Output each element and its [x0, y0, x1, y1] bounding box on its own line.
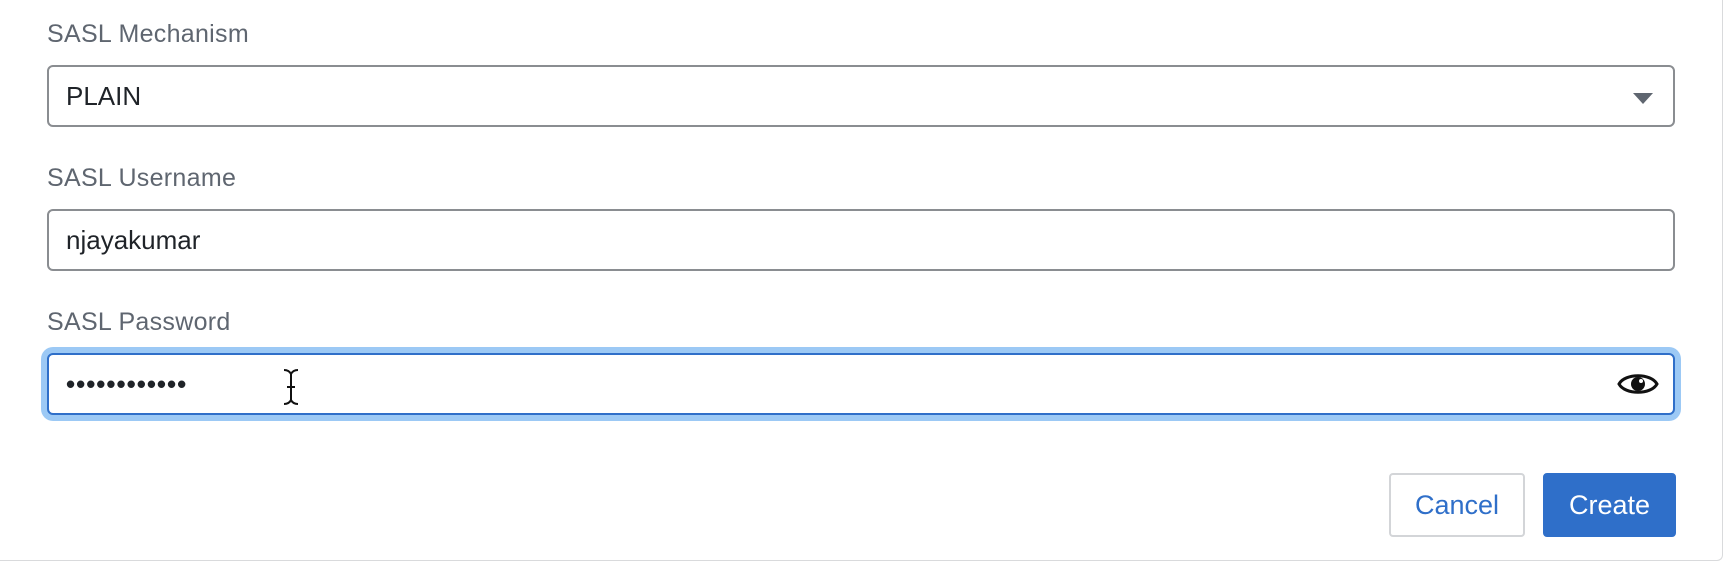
sasl-password-label: SASL Password	[47, 308, 231, 336]
chevron-down-icon	[1633, 93, 1653, 104]
create-button[interactable]: Create	[1543, 473, 1676, 537]
sasl-mechanism-label: SASL Mechanism	[47, 20, 249, 48]
cancel-button[interactable]: Cancel	[1389, 473, 1525, 537]
connection-form-dialog: SASL Mechanism PLAIN SASL Username njaya…	[0, 0, 1723, 561]
sasl-password-value: ••••••••••••	[66, 368, 188, 399]
eye-icon[interactable]	[1617, 368, 1659, 400]
text-cursor-icon	[283, 369, 299, 405]
sasl-username-value: njayakumar	[66, 224, 201, 255]
sasl-mechanism-value: PLAIN	[66, 80, 142, 111]
sasl-username-input[interactable]: njayakumar	[47, 209, 1675, 271]
sasl-username-label: SASL Username	[47, 164, 237, 192]
sasl-mechanism-select[interactable]: PLAIN	[47, 65, 1675, 127]
